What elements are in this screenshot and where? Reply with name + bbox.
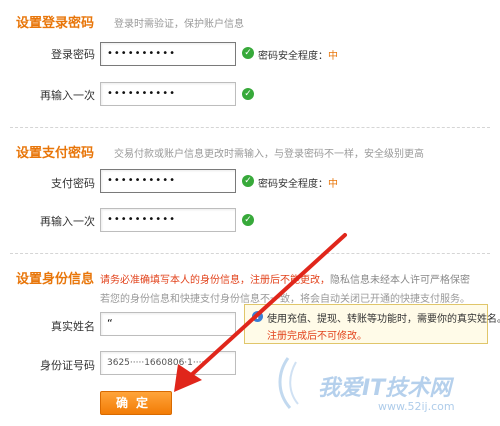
- watermark-text: 我爱IT技术网: [318, 376, 452, 401]
- watermark-url: www.52ij.com: [378, 400, 455, 413]
